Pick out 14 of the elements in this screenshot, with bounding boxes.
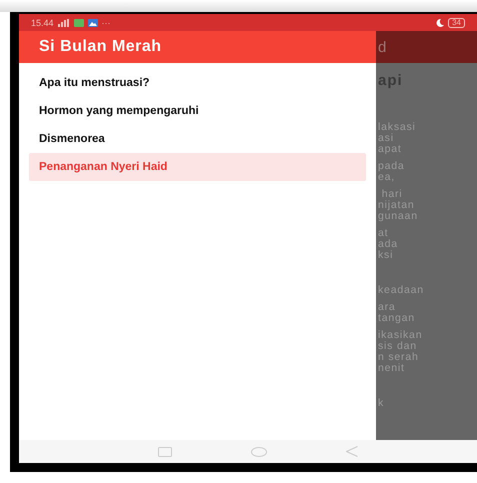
back-icon[interactable]	[346, 446, 358, 457]
status-time: 15.44	[31, 18, 54, 28]
recents-icon[interactable]	[158, 446, 172, 456]
signal-icon	[58, 18, 70, 26]
battery-level: 34	[448, 18, 465, 28]
home-icon[interactable]	[250, 446, 267, 456]
more-notifications: ···	[102, 18, 111, 28]
drawer-menu-item[interactable]: Hormon yang mempengaruhi	[29, 97, 366, 125]
drawer-menu-item[interactable]: Dismenorea	[29, 125, 366, 153]
moon-icon	[436, 18, 444, 26]
drawer-menu-item[interactable]: Apa itu menstruasi?	[29, 69, 366, 97]
photo-icon	[88, 18, 98, 26]
app-title: Si Bulan Merah	[39, 38, 162, 56]
page-title: d	[378, 38, 386, 56]
